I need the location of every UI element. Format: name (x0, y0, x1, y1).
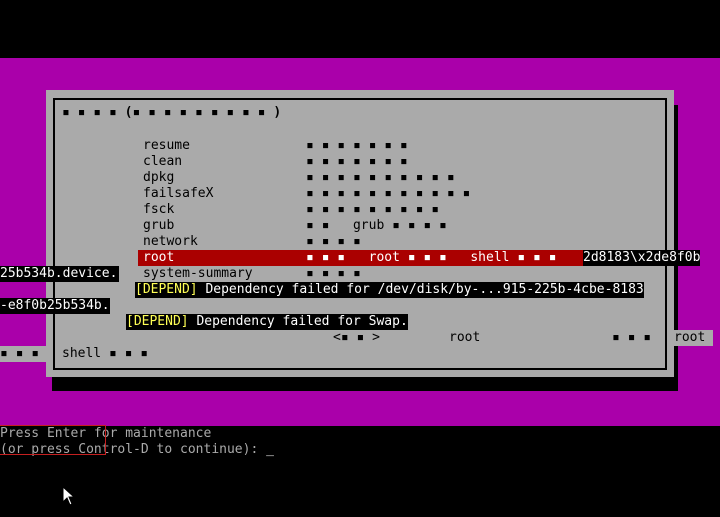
menu-item-desc: ▪ ▪ grub ▪ ▪ ▪ ▪ (306, 218, 447, 233)
menu-item-name: system-summary (143, 266, 253, 281)
menu-item-dpkg[interactable]: dpkg (143, 170, 174, 186)
menu-item-resume[interactable]: resume (143, 138, 190, 154)
menu-item-desc: ▪ ▪ ▪ ▪ ▪ ▪ ▪ ▪ ▪ ▪ (306, 170, 455, 185)
menu-item-system-summary[interactable]: system-summary (143, 266, 253, 282)
menu-item-fsck[interactable]: fsck (143, 202, 174, 218)
shell-text: shell ▪ ▪ ▪ (62, 346, 149, 361)
menu-item-failsafex[interactable]: failsafeX (143, 186, 213, 202)
menu-item-desc: ▪ ▪ ▪ root ▪ ▪ ▪ shell ▪ ▪ ▪ (306, 250, 557, 265)
depend-text: Dependency failed for /dev/disk/by-...91… (197, 282, 644, 297)
menu-item-name: fsck (143, 202, 175, 217)
depend-text: Dependency failed for Swap. (188, 314, 408, 329)
overlay-device-fragment: 25b534b.device. (0, 266, 120, 282)
menu-item-grub[interactable]: grub (143, 218, 174, 234)
menu-item-name: network (143, 234, 198, 249)
root-label: root (449, 330, 481, 345)
menu-item-name: clean (143, 154, 183, 169)
highlight-box (0, 425, 106, 455)
overlay-right-fragment: 2d8183\x2de8f0b (583, 250, 701, 266)
depend-message-1: [DEPEND] Dependency failed for /dev/disk… (135, 282, 644, 298)
left-dots: ▪ ▪ ▪ (0, 346, 48, 362)
ok-button[interactable]: <▪ ▪ > (333, 330, 380, 346)
root-right-label: root (668, 330, 714, 346)
menu-item-desc: ▪ ▪ ▪ ▪ ▪ ▪ ▪ (306, 138, 408, 153)
menu-item-desc: ▪ ▪ ▪ ▪ ▪ ▪ ▪ (306, 154, 408, 169)
menu-item-name: root (143, 250, 175, 265)
menu-item-desc: ▪ ▪ ▪ ▪ ▪ ▪ ▪ ▪ ▪ (306, 202, 440, 217)
text-cursor: _ (266, 442, 274, 457)
menu-item-name: failsafeX (143, 186, 214, 201)
depend-tag: [DEPEND] (135, 282, 198, 297)
bottom-dots: ▪ ▪ ▪ (612, 330, 652, 345)
depend-tag: [DEPEND] (126, 314, 189, 329)
menu-item-desc: ▪ ▪ ▪ ▪ (306, 266, 361, 281)
depend-message-2: [DEPEND] Dependency failed for Swap. (126, 314, 408, 330)
menu-item-clean[interactable]: clean (143, 154, 182, 170)
overlay-left-fragment: -e8f0b25b534b. (0, 298, 110, 314)
menu-item-name: resume (143, 138, 190, 153)
mouse-pointer-icon (62, 485, 76, 511)
menu-item-name: dpkg (143, 170, 175, 185)
menu-item-desc: ▪ ▪ ▪ ▪ ▪ ▪ ▪ ▪ ▪ ▪ ▪ (306, 186, 471, 201)
menu-item-network[interactable]: network (143, 234, 198, 250)
menu-item-name: grub (143, 218, 175, 233)
dialog-title: ▪ ▪ ▪ ▪ (▪ ▪ ▪ ▪ ▪ ▪ ▪ ▪ ▪ ) (62, 105, 282, 120)
menu-item-desc: ▪ ▪ ▪ ▪ (306, 234, 361, 249)
menu-item-root[interactable]: root (143, 250, 174, 266)
